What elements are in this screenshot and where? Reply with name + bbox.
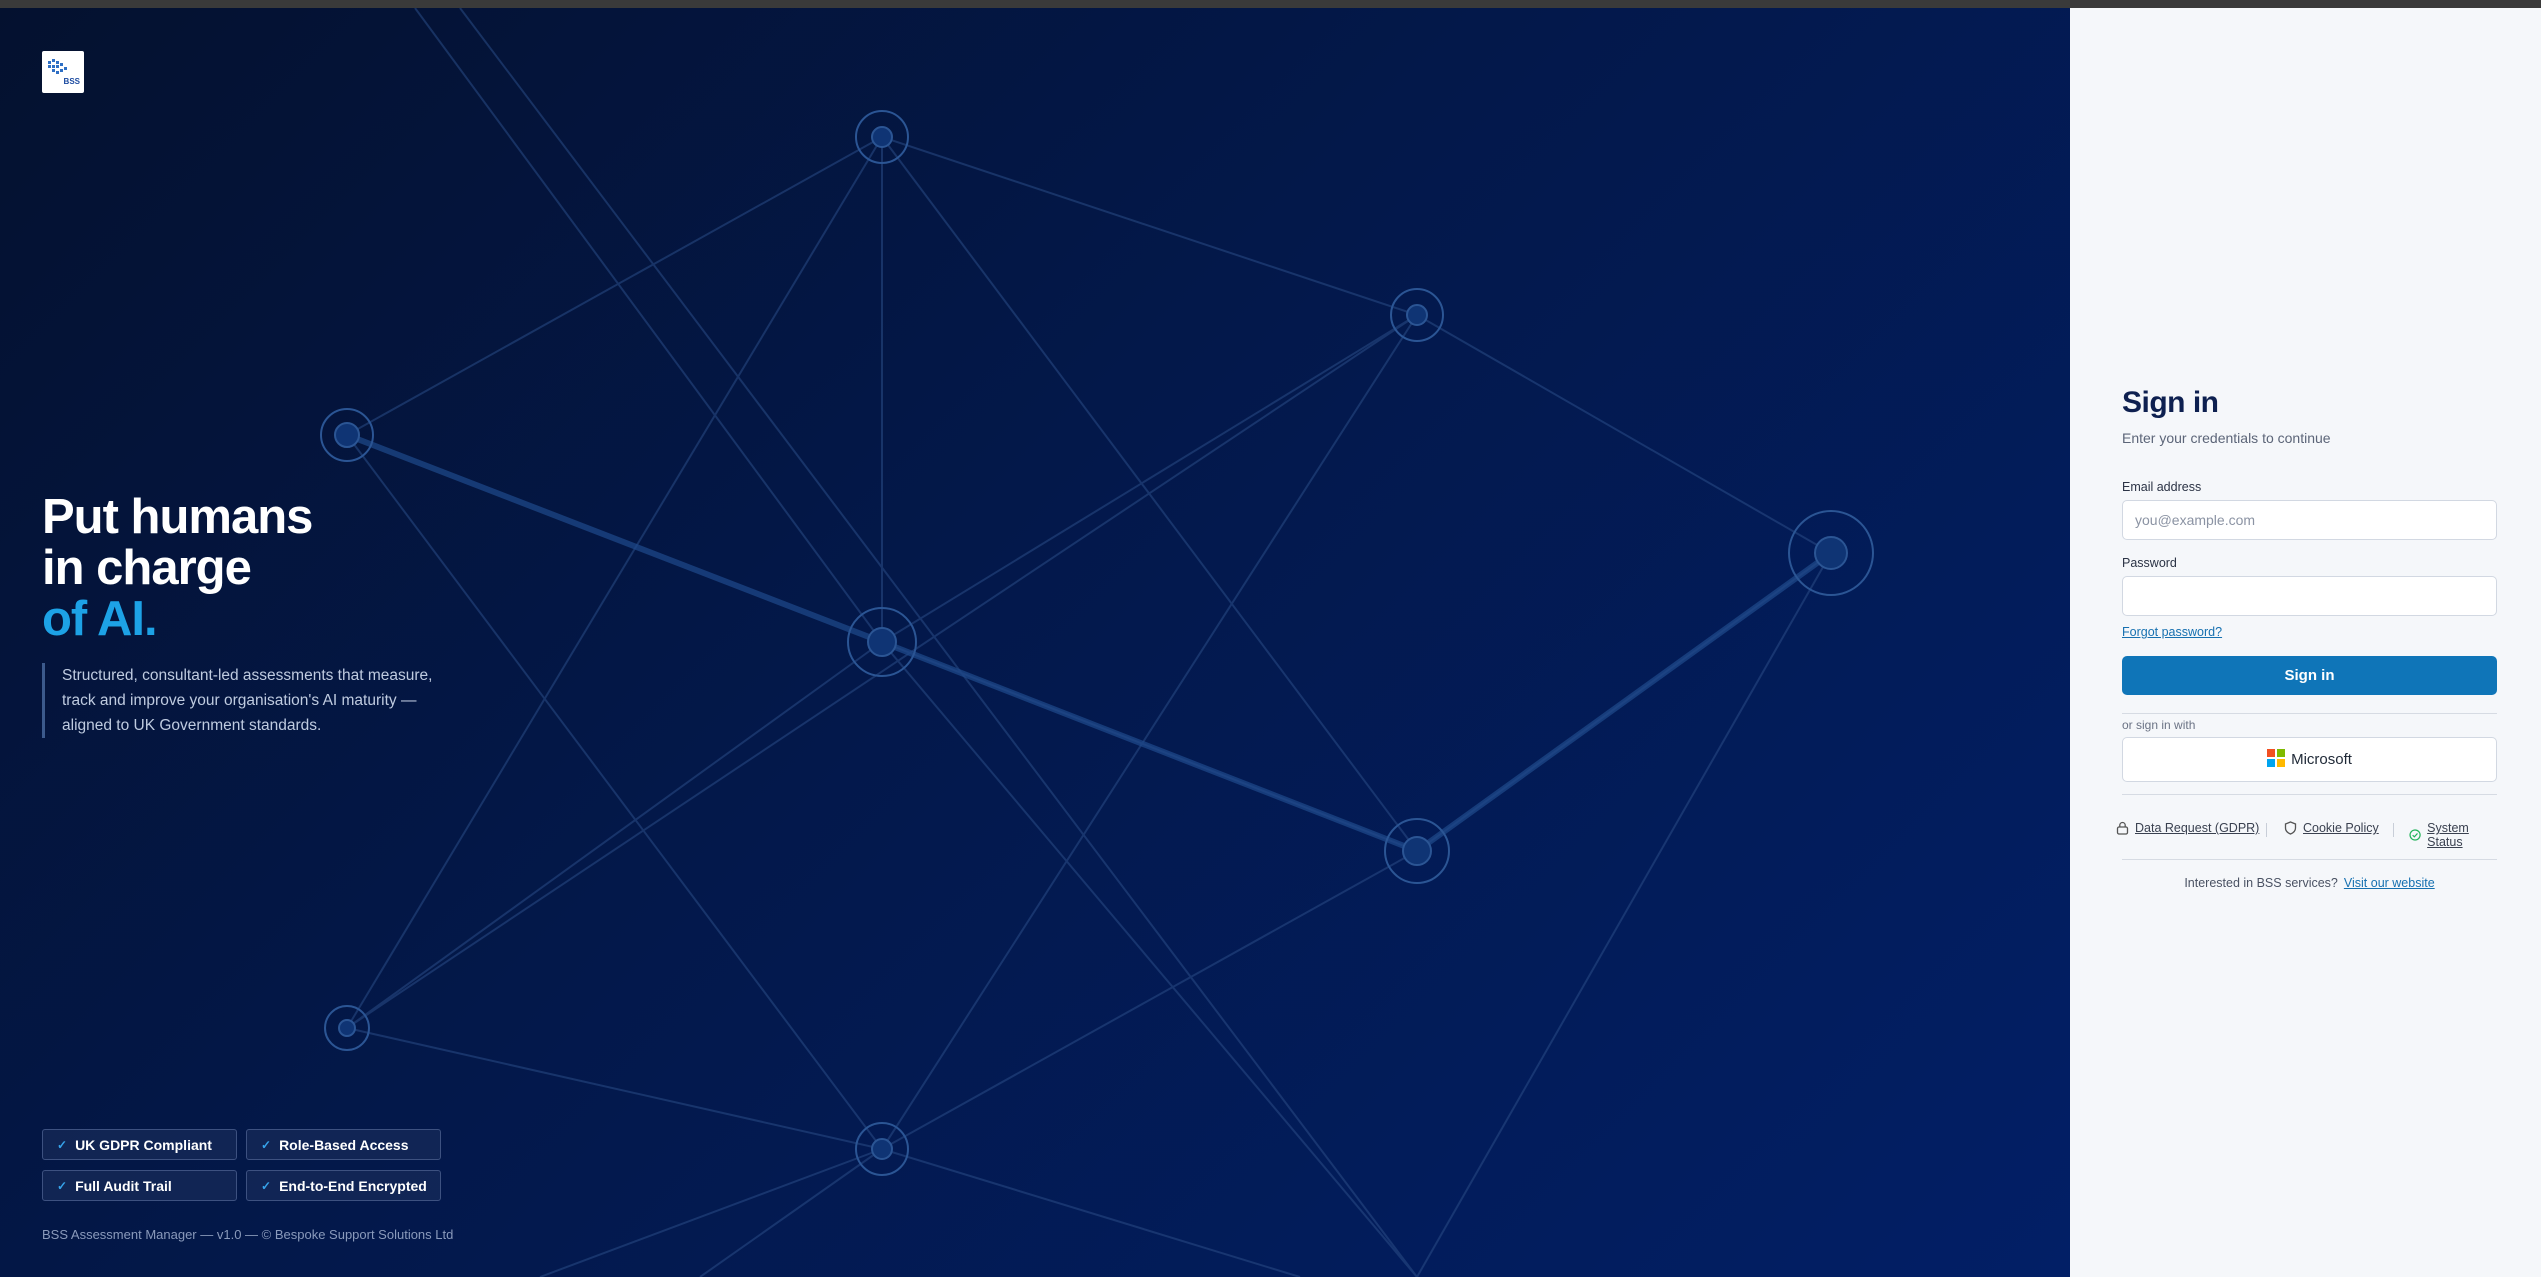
badge-audit: ✓ Full Audit Trail [42, 1170, 237, 1201]
services-text: Interested in BSS services? [2184, 876, 2338, 890]
microsoft-signin-button[interactable]: Microsoft [2122, 737, 2497, 782]
cookie-link-item[interactable]: Cookie Policy [2284, 821, 2379, 835]
window-top-bar [0, 0, 2541, 8]
email-label: Email address [2122, 480, 2202, 494]
footer-links: Data Request (GDPR) Cookie Policy System… [2116, 821, 2497, 849]
signin-form: Sign in Enter your credentials to contin… [2116, 386, 2497, 890]
badge-label: End-to-End Encrypted [279, 1177, 427, 1194]
check-icon: ✓ [57, 1178, 68, 1193]
divider [2122, 713, 2497, 714]
link-separator [2266, 823, 2267, 837]
badge-encryption: ✓ End-to-End Encrypted [246, 1170, 441, 1201]
sign-in-button[interactable]: Sign in [2122, 656, 2497, 695]
compliance-badges: ✓ UK GDPR Compliant ✓ Role-Based Access ✓ F… [42, 1129, 441, 1201]
signin-panel: Sign in Enter your credentials to contin… [2070, 8, 2541, 1277]
gdpr-link-item[interactable]: Data Request (GDPR) [2116, 821, 2259, 835]
hero-line-3: of AI. [42, 592, 158, 646]
badge-label: UK GDPR Compliant [75, 1136, 212, 1153]
shield-icon [2284, 821, 2297, 835]
hero-line-2: in charge [42, 541, 252, 595]
check-icon: ✓ [261, 1137, 272, 1152]
hero-tagline: Structured, consultant-led assessments t… [42, 663, 452, 738]
check-icon: ✓ [57, 1137, 68, 1152]
status-link-item[interactable]: System Status [2409, 821, 2497, 849]
microsoft-label: Microsoft [2291, 751, 2352, 768]
microsoft-logo-icon [2267, 748, 2286, 767]
badge-label: Role-Based Access [279, 1136, 409, 1153]
forgot-password-link[interactable]: Forgot password? [2122, 625, 2222, 639]
system-status-link[interactable]: System Status [2427, 821, 2497, 849]
services-prompt: Interested in BSS services? Visit our web… [2122, 876, 2497, 890]
hero-line-1: Put humans [42, 490, 313, 544]
link-separator [2393, 823, 2394, 837]
password-field[interactable] [2122, 576, 2497, 616]
version-footer: BSS Assessment Manager — v1.0 — © Bespok… [42, 1227, 454, 1242]
check-icon: ✓ [261, 1178, 272, 1193]
check-circle-icon [2409, 829, 2421, 841]
divider [2122, 794, 2497, 795]
logo-grid-icon [48, 59, 67, 74]
hero-panel: BSS Put humans in charge of AI. Structur… [0, 8, 2070, 1277]
password-label: Password [2122, 556, 2177, 570]
visit-website-link[interactable]: Visit our website [2344, 876, 2435, 890]
badge-gdpr: ✓ UK GDPR Compliant [42, 1129, 237, 1160]
hero-heading: Put humans in charge of AI. [42, 490, 313, 646]
cookie-policy-link[interactable]: Cookie Policy [2303, 821, 2379, 835]
divider [2122, 859, 2497, 860]
or-sign-in-with: or sign in with [2122, 718, 2196, 732]
signin-title: Sign in [2122, 386, 2219, 419]
badge-label: Full Audit Trail [75, 1177, 172, 1194]
logo-text: BSS [63, 77, 80, 86]
lock-icon [2116, 821, 2129, 835]
email-field[interactable] [2122, 500, 2497, 540]
brand-logo: BSS [42, 51, 84, 93]
signin-subtitle: Enter your credentials to continue [2122, 430, 2331, 446]
gdpr-link[interactable]: Data Request (GDPR) [2135, 821, 2259, 835]
badge-rbac: ✓ Role-Based Access [246, 1129, 441, 1160]
